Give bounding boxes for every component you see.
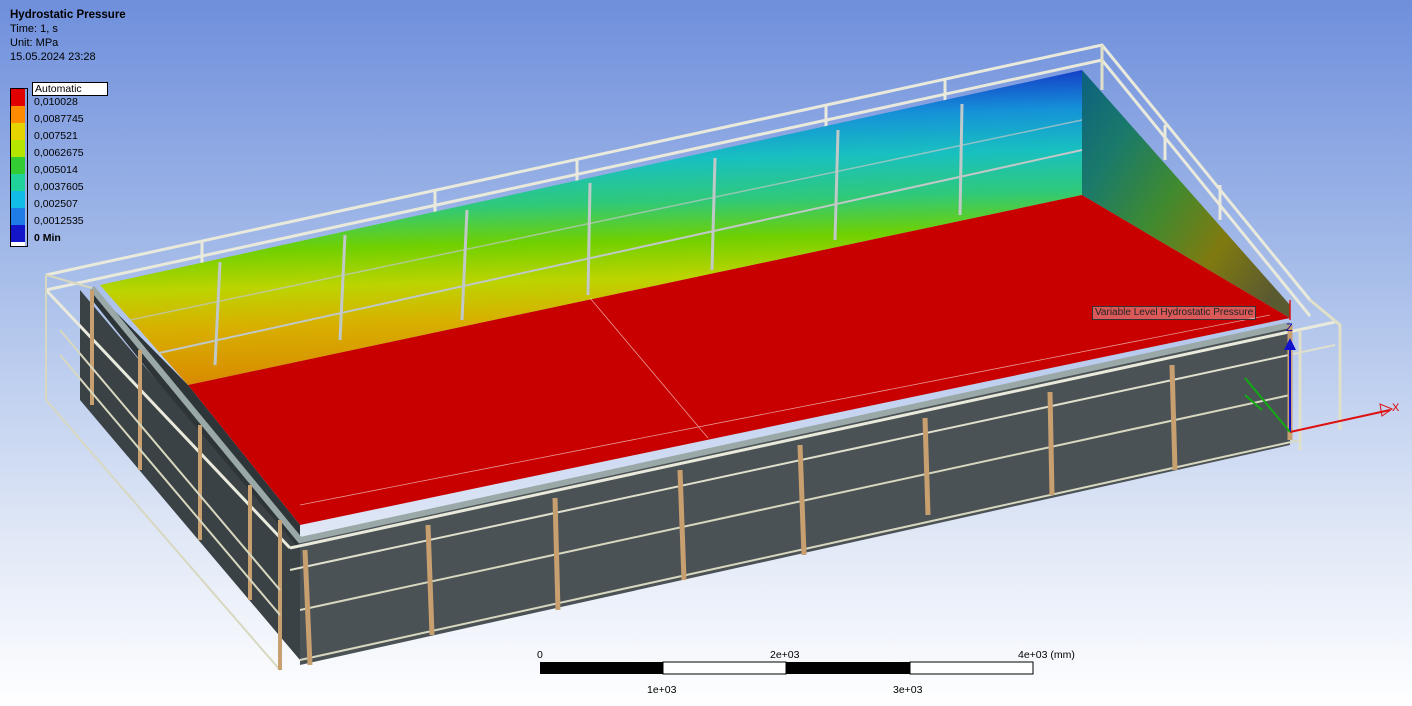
scale-label-2e3: 2e+03 [770, 649, 800, 661]
scale-label-0: 0 [537, 649, 543, 661]
scale-label-3e3: 3e+03 [893, 684, 923, 696]
model-viewport[interactable]: Hydrostatic Pressure Time: 1, s Unit: MP… [0, 0, 1412, 706]
scale-bar-graphic [540, 661, 1034, 675]
scale-label-1e3: 1e+03 [647, 684, 677, 696]
scale-label-4e3: 4e+03 (mm) [1018, 649, 1075, 661]
